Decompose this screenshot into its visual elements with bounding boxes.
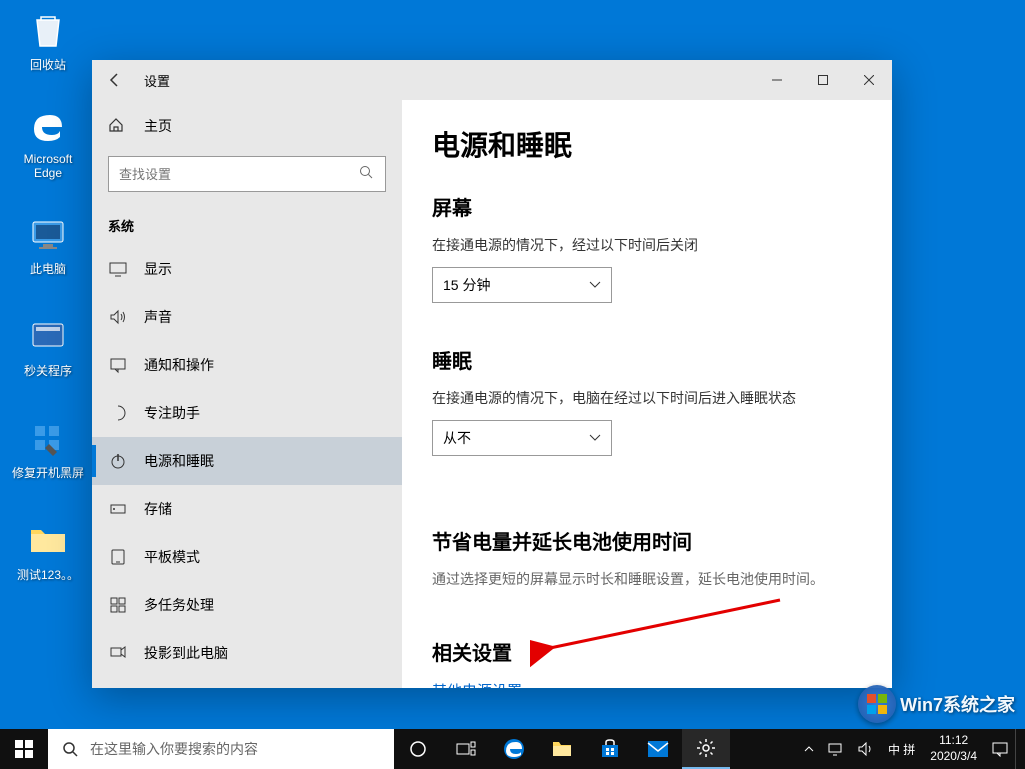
nav-storage[interactable]: 存储	[92, 485, 402, 533]
taskbar-mail[interactable]	[634, 729, 682, 769]
desktop-icon-this-pc[interactable]: 此电脑	[10, 214, 86, 277]
nav-label: 投影到此电脑	[144, 643, 228, 663]
tray-expand[interactable]	[797, 729, 821, 769]
recycle-bin-icon	[27, 10, 69, 52]
desktop-icon-label: Microsoft Edge	[10, 152, 86, 180]
back-button[interactable]	[92, 60, 138, 100]
home-icon	[108, 117, 128, 136]
power-icon	[108, 452, 128, 470]
desktop-icon-quick-close[interactable]: 秒关程序	[10, 316, 86, 379]
taskbar: 在这里输入你要搜索的内容 中 拼 11:12 2020/3/4	[0, 729, 1025, 769]
nav-power-sleep[interactable]: 电源和睡眠	[92, 437, 402, 485]
nav-label: 平板模式	[144, 547, 200, 567]
taskbar-settings[interactable]	[682, 729, 730, 769]
screen-desc: 在接通电源的情况下，经过以下时间后关闭	[432, 235, 862, 255]
edge-icon	[27, 106, 69, 148]
nav-label: 专注助手	[144, 403, 200, 423]
desktop-icon-recycle-bin[interactable]: 回收站	[10, 10, 86, 73]
home-label: 主页	[144, 116, 172, 136]
search-placeholder: 在这里输入你要搜索的内容	[90, 739, 258, 759]
taskbar-store[interactable]	[586, 729, 634, 769]
nav-notifications[interactable]: 通知和操作	[92, 341, 402, 389]
nav-label: 存储	[144, 499, 172, 519]
sound-icon	[108, 308, 128, 326]
window-title: 设置	[138, 71, 754, 90]
show-desktop-button[interactable]	[1015, 729, 1021, 769]
sleep-desc: 在接通电源的情况下，电脑在经过以下时间后进入睡眠状态	[432, 388, 862, 408]
settings-window: 设置 主页 系统 显示 声音	[92, 60, 892, 688]
display-icon	[108, 260, 128, 278]
desktop-icon-test-folder[interactable]: 测试123。。	[10, 520, 86, 583]
nav-label: 通知和操作	[144, 355, 214, 375]
maximize-button[interactable]	[800, 60, 846, 100]
desktop-icon-label: 测试123。。	[17, 566, 79, 583]
close-button[interactable]	[846, 60, 892, 100]
nav-label: 声音	[144, 307, 172, 327]
task-view-button[interactable]	[442, 729, 490, 769]
project-icon	[108, 644, 128, 662]
related-header: 相关设置	[432, 637, 862, 666]
nav-display[interactable]: 显示	[92, 245, 402, 293]
nav-project[interactable]: 投影到此电脑	[92, 629, 402, 677]
taskbar-explorer[interactable]	[538, 729, 586, 769]
screen-header: 屏幕	[432, 192, 862, 221]
search-icon	[62, 741, 78, 757]
action-center[interactable]	[985, 729, 1015, 769]
start-button[interactable]	[0, 729, 48, 769]
cortana-button[interactable]	[394, 729, 442, 769]
sidebar: 主页 系统 显示 声音 通知和操作 专注助手	[92, 100, 402, 688]
system-tray: 中 拼 11:12 2020/3/4	[797, 729, 1025, 769]
search-icon	[359, 165, 375, 184]
nav-focus[interactable]: 专注助手	[92, 389, 402, 437]
folder-icon	[27, 520, 69, 562]
desktop-icon-label: 此电脑	[30, 260, 66, 277]
nav-sound[interactable]: 声音	[92, 293, 402, 341]
other-power-settings-link[interactable]: 其他电源设置	[432, 680, 862, 688]
focus-icon	[108, 404, 128, 422]
nav-label: 显示	[144, 259, 172, 279]
category-header: 系统	[92, 200, 402, 245]
titlebar: 设置	[92, 60, 892, 100]
storage-icon	[108, 500, 128, 518]
home-button[interactable]: 主页	[92, 104, 402, 148]
search-input[interactable]	[119, 167, 359, 182]
taskbar-edge[interactable]	[490, 729, 538, 769]
save-desc: 通过选择更短的屏幕显示时长和睡眠设置，延长电池使用时间。	[432, 569, 862, 589]
multitask-icon	[108, 596, 128, 614]
desktop-icon-fix-black[interactable]: 修复开机黑屏	[10, 418, 86, 481]
nav-label: 多任务处理	[144, 595, 214, 615]
nav-label: 电源和睡眠	[144, 451, 214, 471]
app-icon	[27, 316, 69, 358]
sleep-header: 睡眠	[432, 345, 862, 374]
desktop-icon-edge[interactable]: Microsoft Edge	[10, 106, 86, 180]
search-box[interactable]	[108, 156, 386, 192]
sleep-timeout-select[interactable]: 从不	[432, 420, 612, 456]
tablet-icon	[108, 548, 128, 566]
tray-ime[interactable]: 中 拼	[881, 729, 922, 769]
content-pane: 电源和睡眠 屏幕 在接通电源的情况下，经过以下时间后关闭 15 分钟 睡眠 在接…	[402, 100, 892, 688]
taskbar-search[interactable]: 在这里输入你要搜索的内容	[48, 729, 394, 769]
watermark-text: Win7系统之家	[900, 691, 1015, 717]
app-icon	[27, 418, 69, 460]
watermark-logo	[858, 685, 896, 723]
tray-time-value: 11:12	[930, 733, 977, 749]
page-title: 电源和睡眠	[432, 124, 862, 164]
tray-volume[interactable]	[851, 729, 881, 769]
screen-timeout-select[interactable]: 15 分钟	[432, 267, 612, 303]
desktop-icon-label: 秒关程序	[24, 362, 72, 379]
watermark: Win7系统之家	[858, 685, 1015, 723]
nav-tablet[interactable]: 平板模式	[92, 533, 402, 581]
desktop-icon-label: 回收站	[30, 56, 66, 73]
this-pc-icon	[27, 214, 69, 256]
minimize-button[interactable]	[754, 60, 800, 100]
tray-network[interactable]	[821, 729, 851, 769]
desktop-icon-label: 修复开机黑屏	[12, 464, 84, 481]
tray-clock[interactable]: 11:12 2020/3/4	[922, 733, 985, 764]
save-header: 节省电量并延长电池使用时间	[432, 526, 862, 555]
notifications-icon	[108, 356, 128, 374]
nav-multitask[interactable]: 多任务处理	[92, 581, 402, 629]
tray-date-value: 2020/3/4	[930, 749, 977, 765]
